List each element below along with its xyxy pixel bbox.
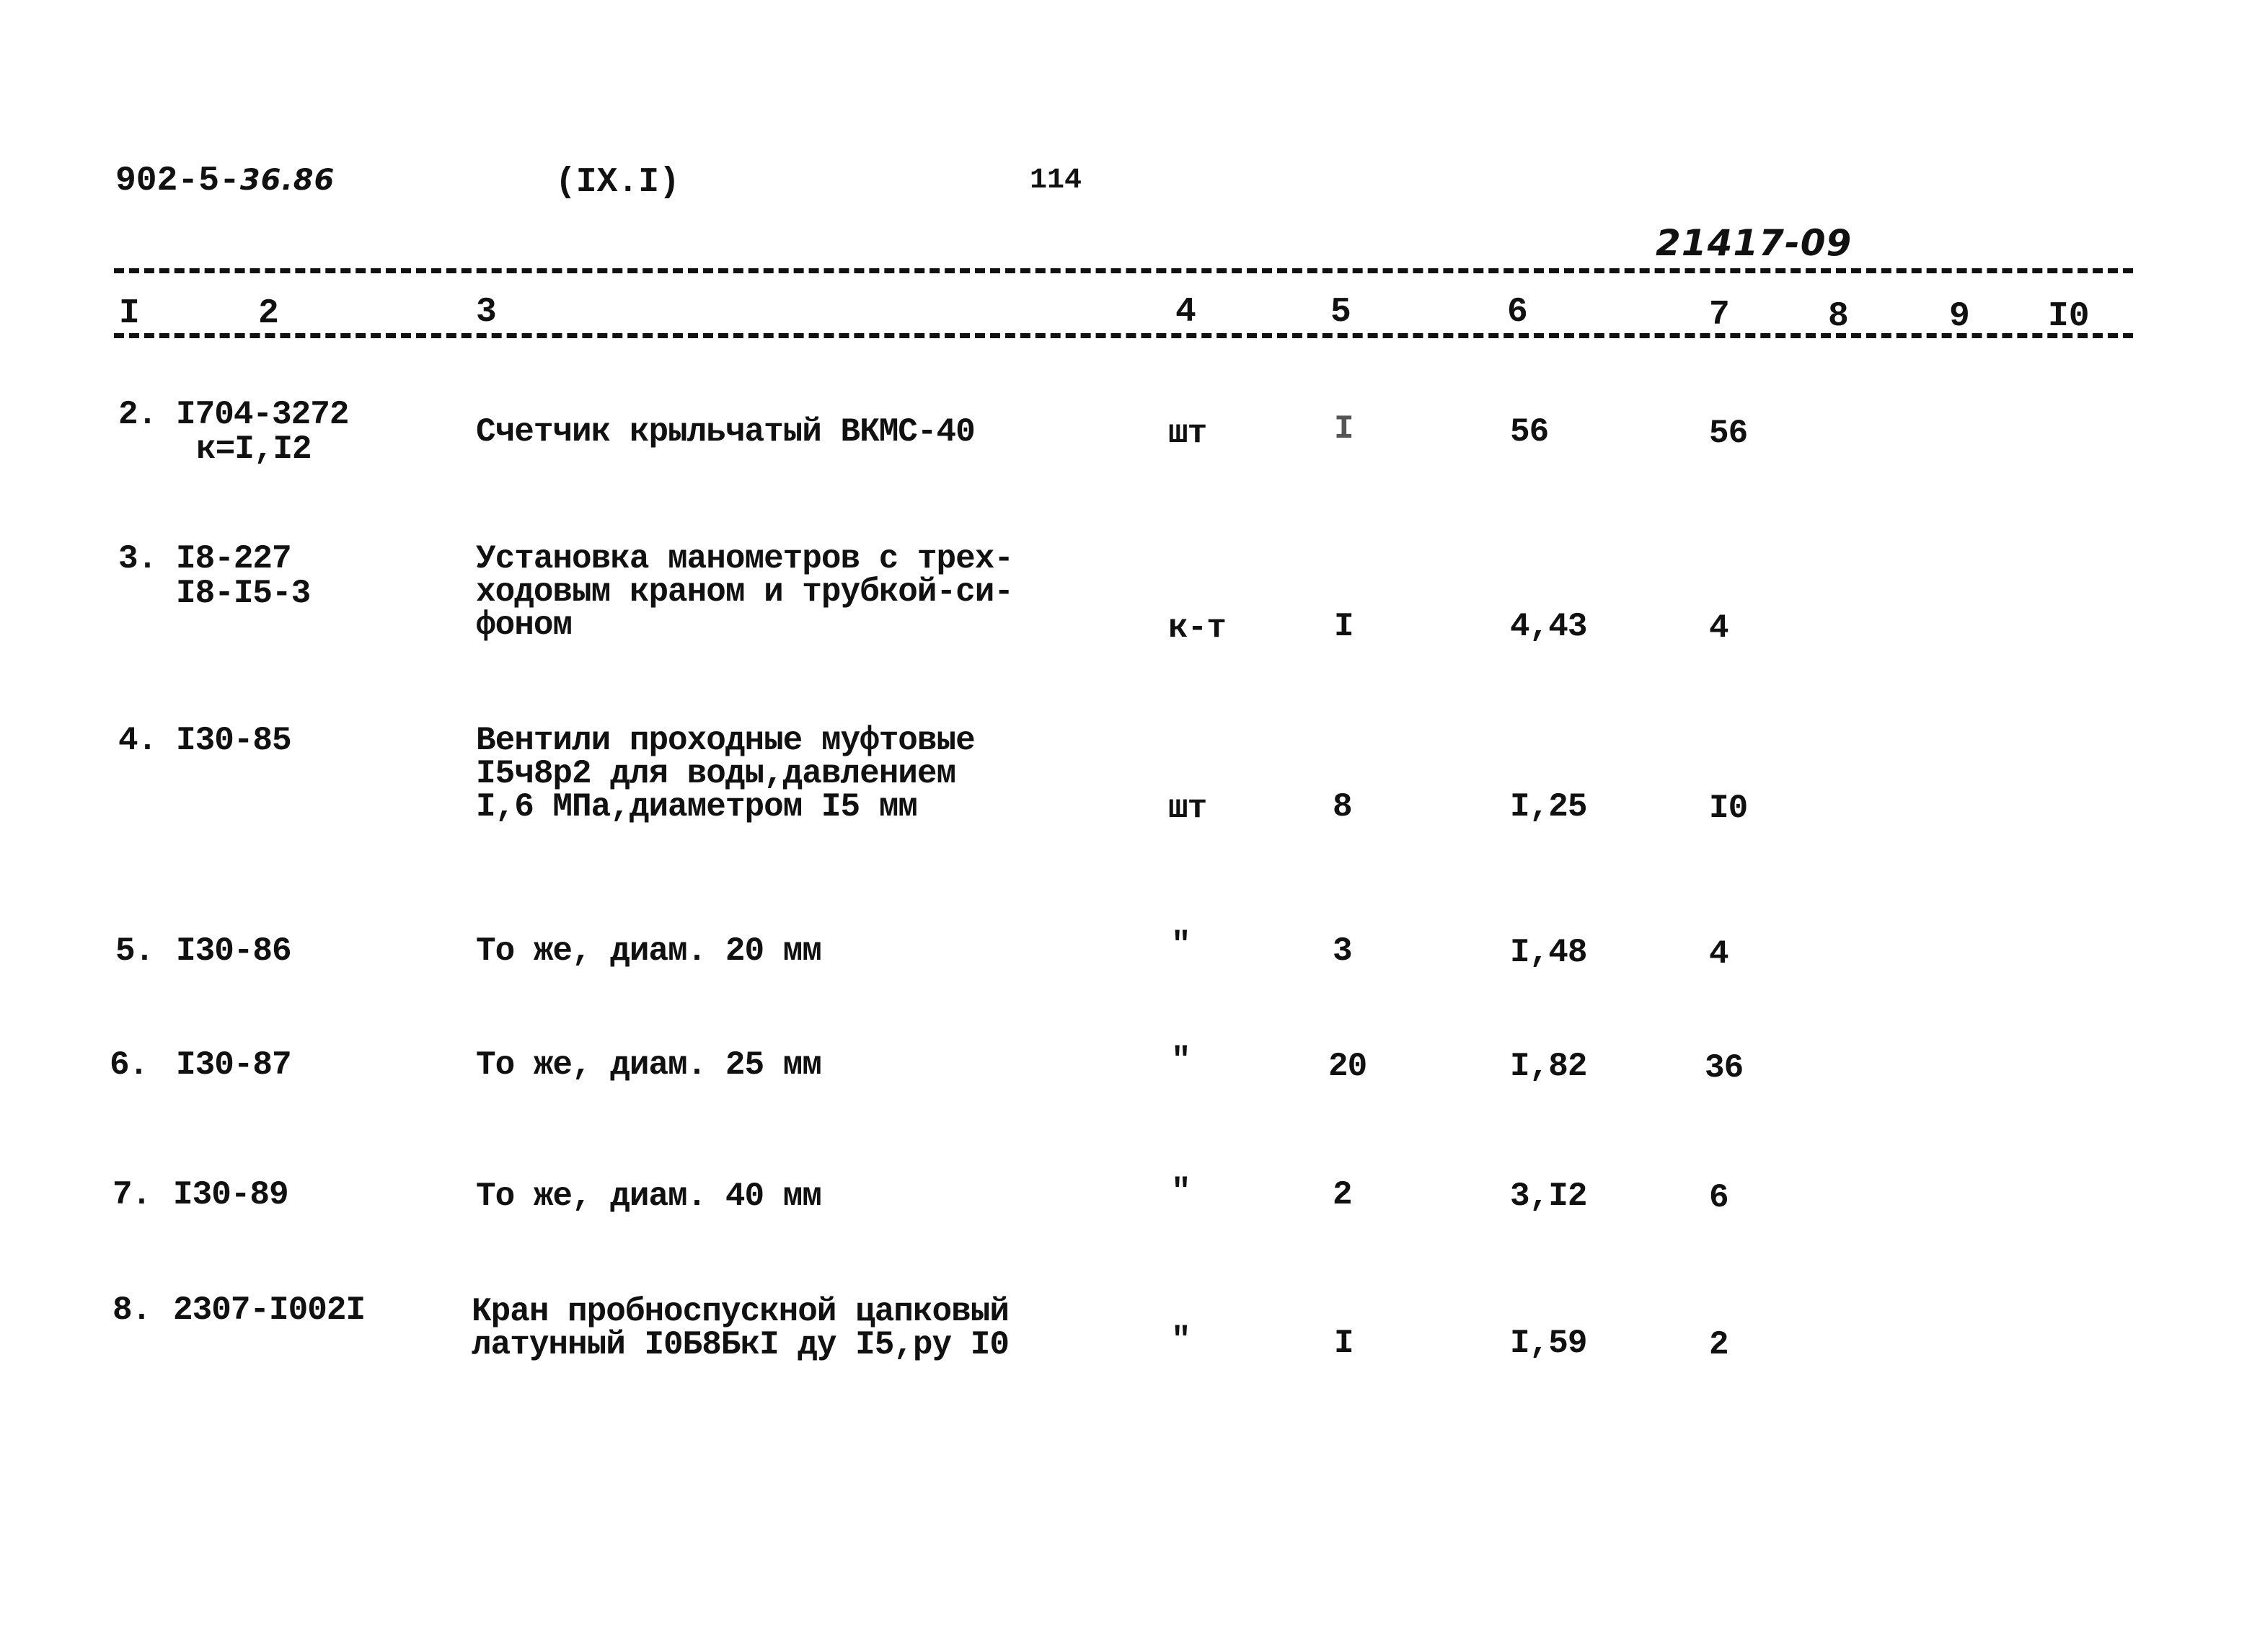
column-number-8: 8: [1828, 297, 1849, 336]
row-total: 2: [1709, 1326, 1729, 1364]
row-total: I0: [1709, 790, 1748, 827]
row-number: 6.: [110, 1046, 149, 1084]
row-unit-cost: I,25: [1510, 788, 1587, 826]
row-code: I8-227: [176, 540, 292, 578]
stamp-number: 21417-09: [1656, 222, 1853, 264]
row-unit-cost: I,82: [1510, 1048, 1587, 1085]
row-unit-cost: 4,43: [1510, 608, 1587, 645]
row-unit: ": [1171, 1322, 1191, 1359]
row-number: 2.: [118, 396, 157, 433]
row-unit-cost: 56: [1510, 413, 1549, 451]
row-code-extra: I8-I5-3: [176, 575, 311, 612]
row-total: 36: [1705, 1049, 1744, 1087]
row-unit: ": [1171, 1042, 1191, 1079]
row-code: I704-3272: [176, 396, 349, 433]
row-number: 4.: [118, 722, 157, 759]
row-unit: к-т: [1168, 609, 1227, 647]
row-number: 8.: [112, 1291, 151, 1329]
row-total: 4: [1709, 935, 1729, 973]
row-unit: шт: [1168, 790, 1207, 827]
document-code: 902-5-36.86: [115, 162, 335, 200]
column-number-1: I: [119, 294, 140, 333]
row-quantity: I: [1334, 608, 1354, 645]
row-number: 3.: [118, 540, 157, 578]
row-code: I30-85: [176, 722, 292, 759]
column-number-5: 5: [1330, 293, 1351, 332]
row-unit-cost: I,48: [1510, 934, 1587, 971]
column-number-2: 2: [258, 294, 279, 333]
column-number-9: 9: [1949, 297, 1970, 336]
row-total: 56: [1709, 415, 1748, 452]
document-code-prefix: 902-5-: [115, 162, 240, 200]
row-number: 7.: [112, 1176, 151, 1214]
row-description: То же, диам. 20 мм: [476, 932, 822, 970]
page-number: 114: [1030, 164, 1082, 197]
column-number-4: 4: [1175, 293, 1196, 332]
row-code-extra: к=I,I2: [196, 430, 312, 468]
row-description: Счетчик крыльчатый ВКМС-40: [476, 413, 976, 451]
row-quantity: I: [1334, 410, 1354, 448]
row-code: I30-86: [176, 932, 292, 970]
row-description: Вентили проходные муфтовые I5ч8р2 для во…: [476, 722, 976, 826]
row-description: То же, диам. 40 мм: [476, 1178, 822, 1215]
section-label: (IX.I): [555, 163, 680, 202]
row-code: I30-89: [173, 1176, 289, 1214]
row-unit-cost: I,59: [1510, 1325, 1587, 1362]
row-quantity: 20: [1328, 1048, 1367, 1085]
row-code: 2307-I002I: [173, 1291, 366, 1329]
row-quantity: 3: [1333, 932, 1353, 970]
row-description: То же, диам. 25 мм: [476, 1046, 822, 1084]
row-unit-cost: 3,I2: [1510, 1178, 1587, 1215]
row-quantity: I: [1334, 1325, 1354, 1362]
top-dashed-rule: [114, 268, 2133, 273]
column-number-3: 3: [476, 293, 497, 332]
row-unit: ": [1171, 1173, 1191, 1211]
row-code: I30-87: [176, 1046, 292, 1084]
row-quantity: 8: [1333, 788, 1353, 826]
row-total: 4: [1709, 609, 1729, 647]
column-number-7: 7: [1709, 296, 1730, 335]
column-number-6: 6: [1507, 293, 1528, 332]
row-description: Кран пробноспускной цапковый латунный I0…: [472, 1293, 1010, 1364]
row-quantity: 2: [1333, 1176, 1353, 1214]
row-total: 6: [1709, 1179, 1729, 1216]
column-number-10: I0: [2048, 297, 2090, 336]
row-number: 5.: [115, 932, 154, 970]
row-unit: шт: [1168, 415, 1207, 452]
row-unit: ": [1171, 927, 1191, 964]
row-description: Установка манометров с трех- ходовым кра…: [476, 540, 1014, 644]
document-code-handwritten: 36.86: [239, 164, 335, 197]
